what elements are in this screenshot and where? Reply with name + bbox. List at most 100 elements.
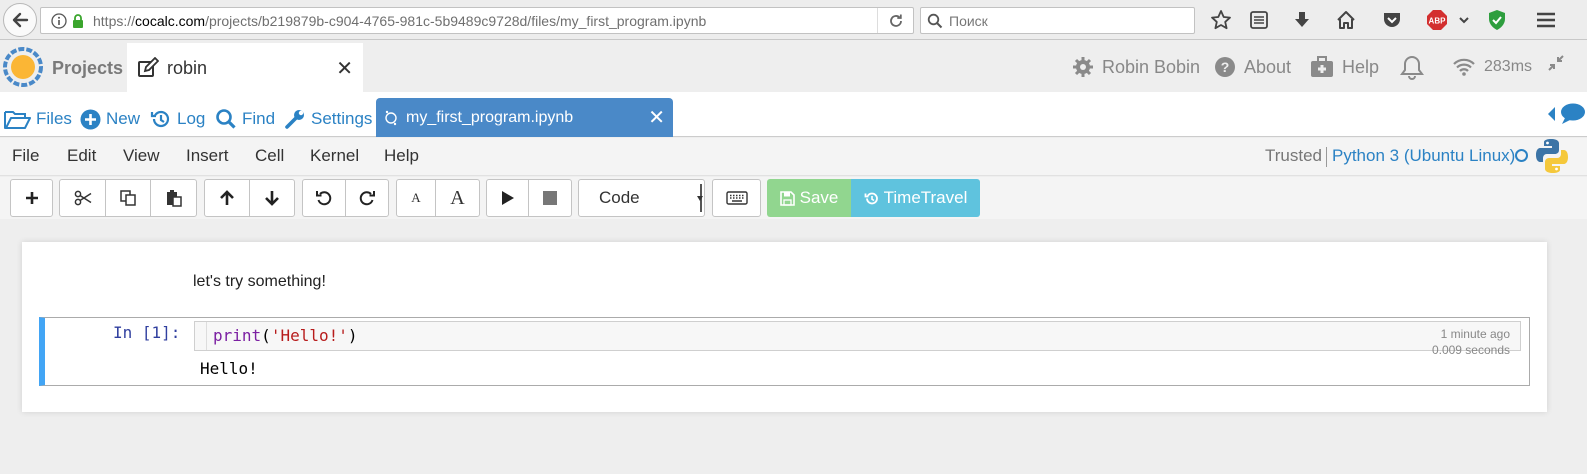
reload-icon [889,14,902,27]
home-icon[interactable] [1334,8,1358,32]
medkit-icon [1310,56,1334,78]
code-editor[interactable]: print('Hello!') 1 minute ago 0.009 secon… [194,321,1521,357]
markdown-cell[interactable]: let's try something! [193,273,326,291]
menu-edit[interactable]: Edit [67,146,96,166]
chat-toggle-button[interactable] [1547,102,1587,126]
kernel-name[interactable]: Python 3 (Ubuntu Linux) [1332,146,1515,166]
url-text[interactable]: https://cocalc.com/projects/b219879b-c90… [93,13,877,29]
paste-icon [166,190,182,207]
code-line: print('Hello!') [213,326,358,345]
insert-cell-button[interactable] [10,179,53,217]
log-button[interactable]: Log [150,106,205,132]
menu-cell[interactable]: Cell [255,146,284,166]
log-label: Log [177,109,206,128]
cocalc-top-nav: Projects robin ✕ Robin Bobin ? About Hel… [0,41,1587,93]
save-button[interactable]: Save [767,179,851,217]
move-down-button[interactable] [249,179,295,217]
cell-output: Hello! [200,359,258,378]
connection-status[interactable]: 283ms [1452,55,1532,79]
folder-open-icon [3,108,31,130]
close-file-tab-button[interactable]: ✕ [648,105,665,130]
kernel-idle-icon [1515,149,1528,162]
url-bar[interactable]: https://cocalc.com/projects/b219879b-c90… [40,7,914,34]
copy-button[interactable] [105,179,151,217]
plus-icon [25,192,38,204]
info-icon[interactable] [49,12,69,29]
run-cell-button[interactable] [486,179,529,217]
ping-value: 283ms [1484,58,1533,75]
hamburger-menu-icon[interactable] [1534,8,1558,32]
cut-button[interactable] [59,179,106,217]
cell-time-ago: 1 minute ago [1440,327,1510,341]
code-cell[interactable]: In [1]: print('Hello!') 1 minute ago 0.0… [39,317,1530,386]
redo-button[interactable] [345,179,389,217]
search-icon [215,108,237,130]
question-circle-icon: ? [1214,56,1236,78]
settings-label: Settings [311,109,373,128]
file-tab-label: my_first_program.ipynb [406,108,574,126]
project-file-nav: Files New Log Find Settings my_first_pro… [0,92,1587,137]
code-open-paren: ( [261,326,271,345]
reload-button[interactable] [877,8,913,33]
notifications-bell-icon[interactable] [1399,55,1425,80]
paste-button[interactable] [150,179,197,217]
bookmark-star-icon[interactable] [1209,8,1233,32]
keyboard-icon [725,191,748,205]
menu-file[interactable]: File [12,146,39,166]
cocalc-logo-icon[interactable] [2,46,44,88]
projects-link[interactable]: Projects [52,58,123,79]
caret-down-icon [697,196,703,201]
font-smaller-button[interactable]: A [396,179,436,217]
help-label: Help [1342,56,1380,77]
menu-kernel[interactable]: Kernel [310,146,359,166]
trusted-indicator[interactable]: Trusted [1265,146,1322,166]
menu-help[interactable]: Help [384,146,419,166]
files-label: Files [36,109,72,128]
copy-icon [120,190,136,206]
menu-insert[interactable]: Insert [186,146,229,166]
menu-view[interactable]: View [123,146,160,166]
move-up-button[interactable] [204,179,250,217]
settings-button[interactable]: Settings [284,106,372,132]
close-project-tab-button[interactable]: ✕ [336,56,353,81]
pocket-icon[interactable] [1380,8,1404,32]
project-tab-label: robin [167,57,208,78]
wifi-icon [1452,58,1476,76]
back-button[interactable] [3,3,37,37]
plus-circle-icon [80,109,101,130]
file-tab-notebook[interactable]: my_first_program.ipynb ✕ [376,98,673,137]
compress-icon[interactable] [1547,51,1565,75]
account-button[interactable]: Robin Bobin [1072,55,1200,79]
find-button[interactable]: Find [215,106,275,132]
save-label: Save [799,188,839,207]
search-placeholder: Поиск [949,12,988,29]
files-button[interactable]: Files [3,106,72,132]
save-icon [779,190,795,206]
lock-icon [69,13,87,28]
code-function: print [213,326,262,345]
kernel-divider [1326,147,1327,167]
new-label: New [106,109,141,128]
cell-type-select[interactable]: Code [578,179,705,217]
undo-icon [316,191,332,206]
adblock-icon[interactable]: ABP [1425,8,1449,32]
shield-icon[interactable] [1485,8,1509,32]
help-button[interactable]: Help [1310,55,1379,79]
timetravel-button[interactable]: TimeTravel [851,179,980,217]
search-input[interactable]: Поиск [920,7,1195,34]
undo-button[interactable] [302,179,346,217]
project-tab-robin[interactable]: robin ✕ [127,43,363,93]
arrow-down-icon [265,191,279,206]
interrupt-button[interactable] [528,179,572,217]
font-larger-button[interactable]: A [435,179,480,217]
reading-list-icon[interactable] [1247,8,1271,32]
find-label: Find [242,109,276,128]
download-icon[interactable] [1290,8,1314,32]
chevron-down-icon[interactable] [1452,8,1476,32]
keyboard-shortcuts-button[interactable] [712,179,761,217]
caret-left-icon [1547,106,1555,122]
cell-duration: 0.009 seconds [1431,343,1510,357]
history-icon [864,191,879,206]
new-button[interactable]: New [80,106,140,132]
about-button[interactable]: ? About [1214,55,1291,79]
